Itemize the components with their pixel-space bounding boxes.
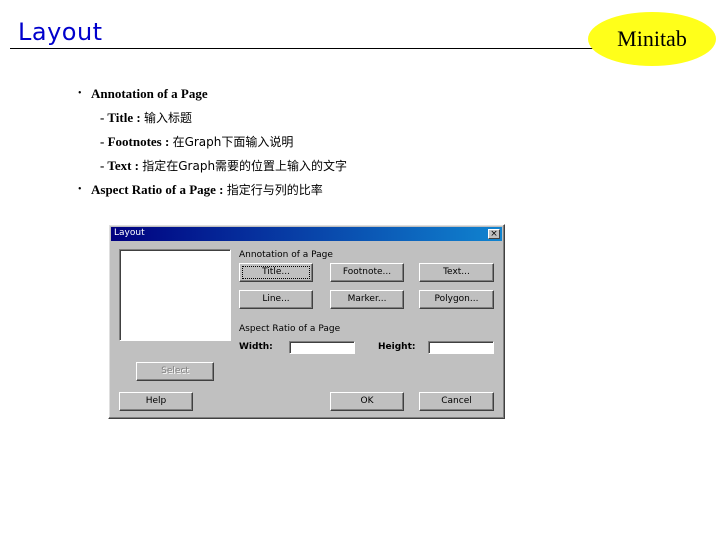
sub-text-label: - Text :: [100, 158, 143, 173]
title-button[interactable]: Title...: [239, 263, 313, 282]
marker-button[interactable]: Marker...: [330, 290, 404, 309]
cancel-button[interactable]: Cancel: [419, 392, 494, 411]
ok-button[interactable]: OK: [330, 392, 404, 411]
text-button[interactable]: Text...: [419, 263, 494, 282]
brand-badge: Minitab: [588, 12, 716, 66]
height-label: Height:: [378, 342, 416, 352]
line-button[interactable]: Line...: [239, 290, 313, 309]
bullet-aspect-ratio: Aspect Ratio of a Page : 指定行与列的比率: [78, 178, 347, 202]
sub-title: - Title : 输入标题: [78, 106, 347, 130]
bullet-annotation-label: Annotation of a Page: [91, 86, 208, 101]
brand-label: Minitab: [617, 26, 687, 51]
bullet-aspect-label: Aspect Ratio of a Page :: [91, 182, 227, 197]
bullet-annotation: Annotation of a Page: [78, 82, 347, 106]
sub-text: - Text : 指定在Graph需要的位置上输入的文字: [78, 154, 347, 178]
variables-listbox[interactable]: [119, 249, 231, 341]
sub-title-text: 输入标题: [143, 111, 192, 125]
annotation-group-label: Annotation of a Page: [239, 250, 333, 260]
width-label: Width:: [239, 342, 273, 352]
title-divider: [10, 48, 610, 49]
width-field[interactable]: [289, 341, 355, 354]
polygon-button[interactable]: Polygon...: [419, 290, 494, 309]
sub-text-text: 指定在Graph需要的位置上输入的文字: [142, 159, 348, 173]
sub-footnotes: - Footnotes : 在Graph下面输入说明: [78, 130, 347, 154]
slide-title: Layout: [18, 18, 103, 46]
aspect-group-label: Aspect Ratio of a Page: [239, 324, 341, 334]
layout-dialog: Layout × Annotation of a Page Title... F…: [108, 224, 505, 419]
height-field[interactable]: [428, 341, 494, 354]
select-button[interactable]: Select: [136, 362, 214, 381]
sub-title-label: - Title :: [100, 110, 144, 125]
bullet-aspect-text: 指定行与列的比率: [226, 183, 323, 197]
bullet-list: Annotation of a Page - Title : 输入标题 - Fo…: [78, 82, 347, 202]
dialog-title: Layout: [114, 228, 145, 238]
sub-footnotes-label: - Footnotes :: [100, 134, 173, 149]
help-button[interactable]: Help: [119, 392, 193, 411]
dialog-titlebar[interactable]: Layout ×: [111, 227, 502, 241]
close-icon[interactable]: ×: [488, 229, 500, 239]
sub-footnotes-text: 在Graph下面输入说明: [172, 135, 294, 149]
footnote-button[interactable]: Footnote...: [330, 263, 404, 282]
